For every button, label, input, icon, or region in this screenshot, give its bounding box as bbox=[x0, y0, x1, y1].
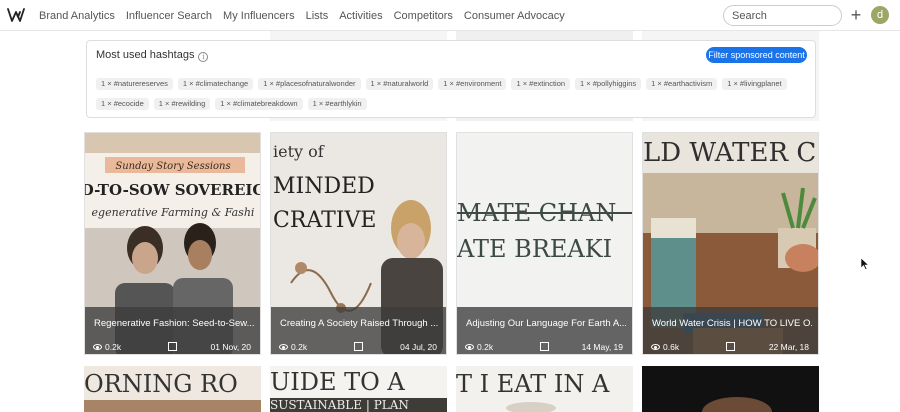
hashtag-chip[interactable]: 1 × #livingplanet bbox=[722, 78, 787, 90]
eye-icon bbox=[279, 344, 288, 350]
eye-icon bbox=[465, 344, 474, 350]
post-card[interactable]: iety of MINDED CRATIVE Creating A Societ… bbox=[270, 132, 447, 355]
thumb-text: SUSTAINABLE | PLAN bbox=[270, 398, 409, 412]
hashtag-chip[interactable]: 1 × #pollyhiggins bbox=[575, 78, 642, 90]
nav-links: Brand Analytics Influencer Search My Inf… bbox=[39, 0, 576, 31]
eye-icon bbox=[93, 344, 102, 350]
thumb-text: D-TO-SOW SOVEREIG bbox=[85, 181, 261, 199]
post-title: Adjusting Our Language For Earth A... bbox=[466, 318, 626, 329]
mouse-cursor-icon bbox=[861, 258, 869, 270]
post-title: Creating A Society Raised Through ... bbox=[280, 318, 439, 329]
post-card[interactable]: UIDE TO A SUSTAINABLE | PLAN bbox=[270, 366, 447, 412]
thumb-text: T I EAT IN A bbox=[456, 370, 610, 398]
post-meta: 0.2k 04 Jul, 20 bbox=[279, 342, 439, 354]
hashtag-chip[interactable]: 1 × #earthlykin bbox=[307, 98, 367, 110]
thumb-text: egenerative Farming & Fashi bbox=[92, 206, 255, 219]
view-count: 0.2k bbox=[477, 342, 494, 352]
hashtag-chip[interactable]: 1 × #rewilding bbox=[153, 98, 211, 110]
nav-link-influencer-search[interactable]: Influencer Search bbox=[126, 10, 212, 22]
nav-link-my-influencers[interactable]: My Influencers bbox=[223, 10, 295, 22]
avatar[interactable]: d bbox=[871, 6, 889, 24]
hashtags-panel: Most used hashtags i Filter sponsored con… bbox=[86, 40, 816, 118]
hashtag-chip[interactable]: 1 × #extinction bbox=[511, 78, 571, 90]
thumb-text: CRATIVE bbox=[273, 208, 376, 233]
post-date: 01 Nov, 20 bbox=[210, 342, 251, 352]
post-card[interactable]: LD WATER C World Water Crisis | HOW TO L… bbox=[642, 132, 819, 355]
media-icon bbox=[168, 342, 177, 351]
hashtag-chip[interactable]: 1 × #placesofnaturalwonder bbox=[258, 78, 361, 90]
nav-link-activities[interactable]: Activities bbox=[339, 10, 382, 22]
thumb-text: Sunday Story Sessions bbox=[115, 161, 230, 172]
post-thumbnail: UIDE TO A SUSTAINABLE | PLAN bbox=[270, 366, 447, 412]
thumb-text: ORNING RO bbox=[84, 370, 238, 398]
nav-link-competitors[interactable]: Competitors bbox=[394, 10, 453, 22]
post-meta: 0.6k 22 Mar, 18 bbox=[651, 342, 811, 354]
thumb-text: LD WATER C bbox=[643, 138, 816, 168]
top-nav: Brand Analytics Influencer Search My Inf… bbox=[0, 0, 900, 31]
post-meta: 0.2k 01 Nov, 20 bbox=[93, 342, 253, 354]
post-card[interactable]: T I EAT IN A bbox=[456, 366, 633, 412]
post-card[interactable]: MATE CHAN ATE BREAKI Adjusting Our Langu… bbox=[456, 132, 633, 355]
logo-icon[interactable] bbox=[7, 6, 27, 24]
post-card[interactable] bbox=[642, 366, 819, 412]
view-count: 0.2k bbox=[291, 342, 308, 352]
post-thumbnail: T I EAT IN A bbox=[456, 366, 633, 412]
post-thumbnail bbox=[642, 366, 819, 412]
thumb-text: iety of bbox=[273, 142, 325, 161]
hashtag-chip[interactable]: 1 × #climatechange bbox=[177, 78, 254, 90]
thumb-text: MINDED bbox=[273, 174, 375, 199]
hashtag-chip[interactable]: 1 × #ecocide bbox=[96, 98, 149, 110]
post-title: Regenerative Fashion: Seed-to-Sew... bbox=[94, 318, 254, 329]
view-count: 0.6k bbox=[663, 342, 680, 352]
view-count: 0.2k bbox=[105, 342, 122, 352]
views: 0.2k bbox=[465, 342, 493, 352]
hashtags-title: Most used hashtags bbox=[96, 49, 195, 61]
views: 0.6k bbox=[651, 342, 679, 352]
hashtags-title-wrap: Most used hashtags i bbox=[96, 49, 209, 62]
post-meta: 0.2k 14 May, 19 bbox=[465, 342, 625, 354]
hashtag-chip[interactable]: 1 × #environment bbox=[438, 78, 507, 90]
post-date: 22 Mar, 18 bbox=[768, 342, 809, 352]
nav-link-lists[interactable]: Lists bbox=[306, 10, 329, 22]
hashtag-chip[interactable]: 1 × #naturalworld bbox=[365, 78, 434, 90]
hashtag-chips: 1 × #naturereserves 1 × #climatechange 1… bbox=[96, 78, 806, 118]
post-card[interactable]: ORNING RO bbox=[84, 366, 261, 412]
search-input[interactable] bbox=[723, 5, 842, 26]
hashtag-chip[interactable]: 1 × #naturereserves bbox=[96, 78, 173, 90]
hashtag-chip[interactable]: 1 × #earthactivism bbox=[646, 78, 718, 90]
views: 0.2k bbox=[279, 342, 307, 352]
media-icon bbox=[354, 342, 363, 351]
filter-sponsored-button[interactable]: Filter sponsored content bbox=[706, 47, 807, 63]
post-date: 14 May, 19 bbox=[581, 342, 623, 352]
thumb-text: UIDE TO A bbox=[270, 368, 405, 396]
thumb-text: ATE BREAKI bbox=[457, 235, 612, 263]
info-icon[interactable]: i bbox=[198, 52, 209, 62]
post-title: World Water Crisis | HOW TO LIVE O... bbox=[652, 318, 812, 329]
nav-link-consumer-advocacy[interactable]: Consumer Advocacy bbox=[464, 10, 565, 22]
media-icon bbox=[540, 342, 549, 351]
eye-icon bbox=[651, 344, 660, 350]
post-thumbnail: ORNING RO bbox=[84, 366, 261, 412]
post-card[interactable]: Sunday Story Sessions D-TO-SOW SOVEREIG … bbox=[84, 132, 261, 355]
plus-icon[interactable]: + bbox=[849, 6, 863, 24]
views: 0.2k bbox=[93, 342, 121, 352]
nav-link-brand-analytics[interactable]: Brand Analytics bbox=[39, 10, 115, 22]
hashtag-chip[interactable]: 1 × #climatebreakdown bbox=[215, 98, 303, 110]
post-date: 04 Jul, 20 bbox=[400, 342, 437, 352]
media-icon bbox=[726, 342, 735, 351]
